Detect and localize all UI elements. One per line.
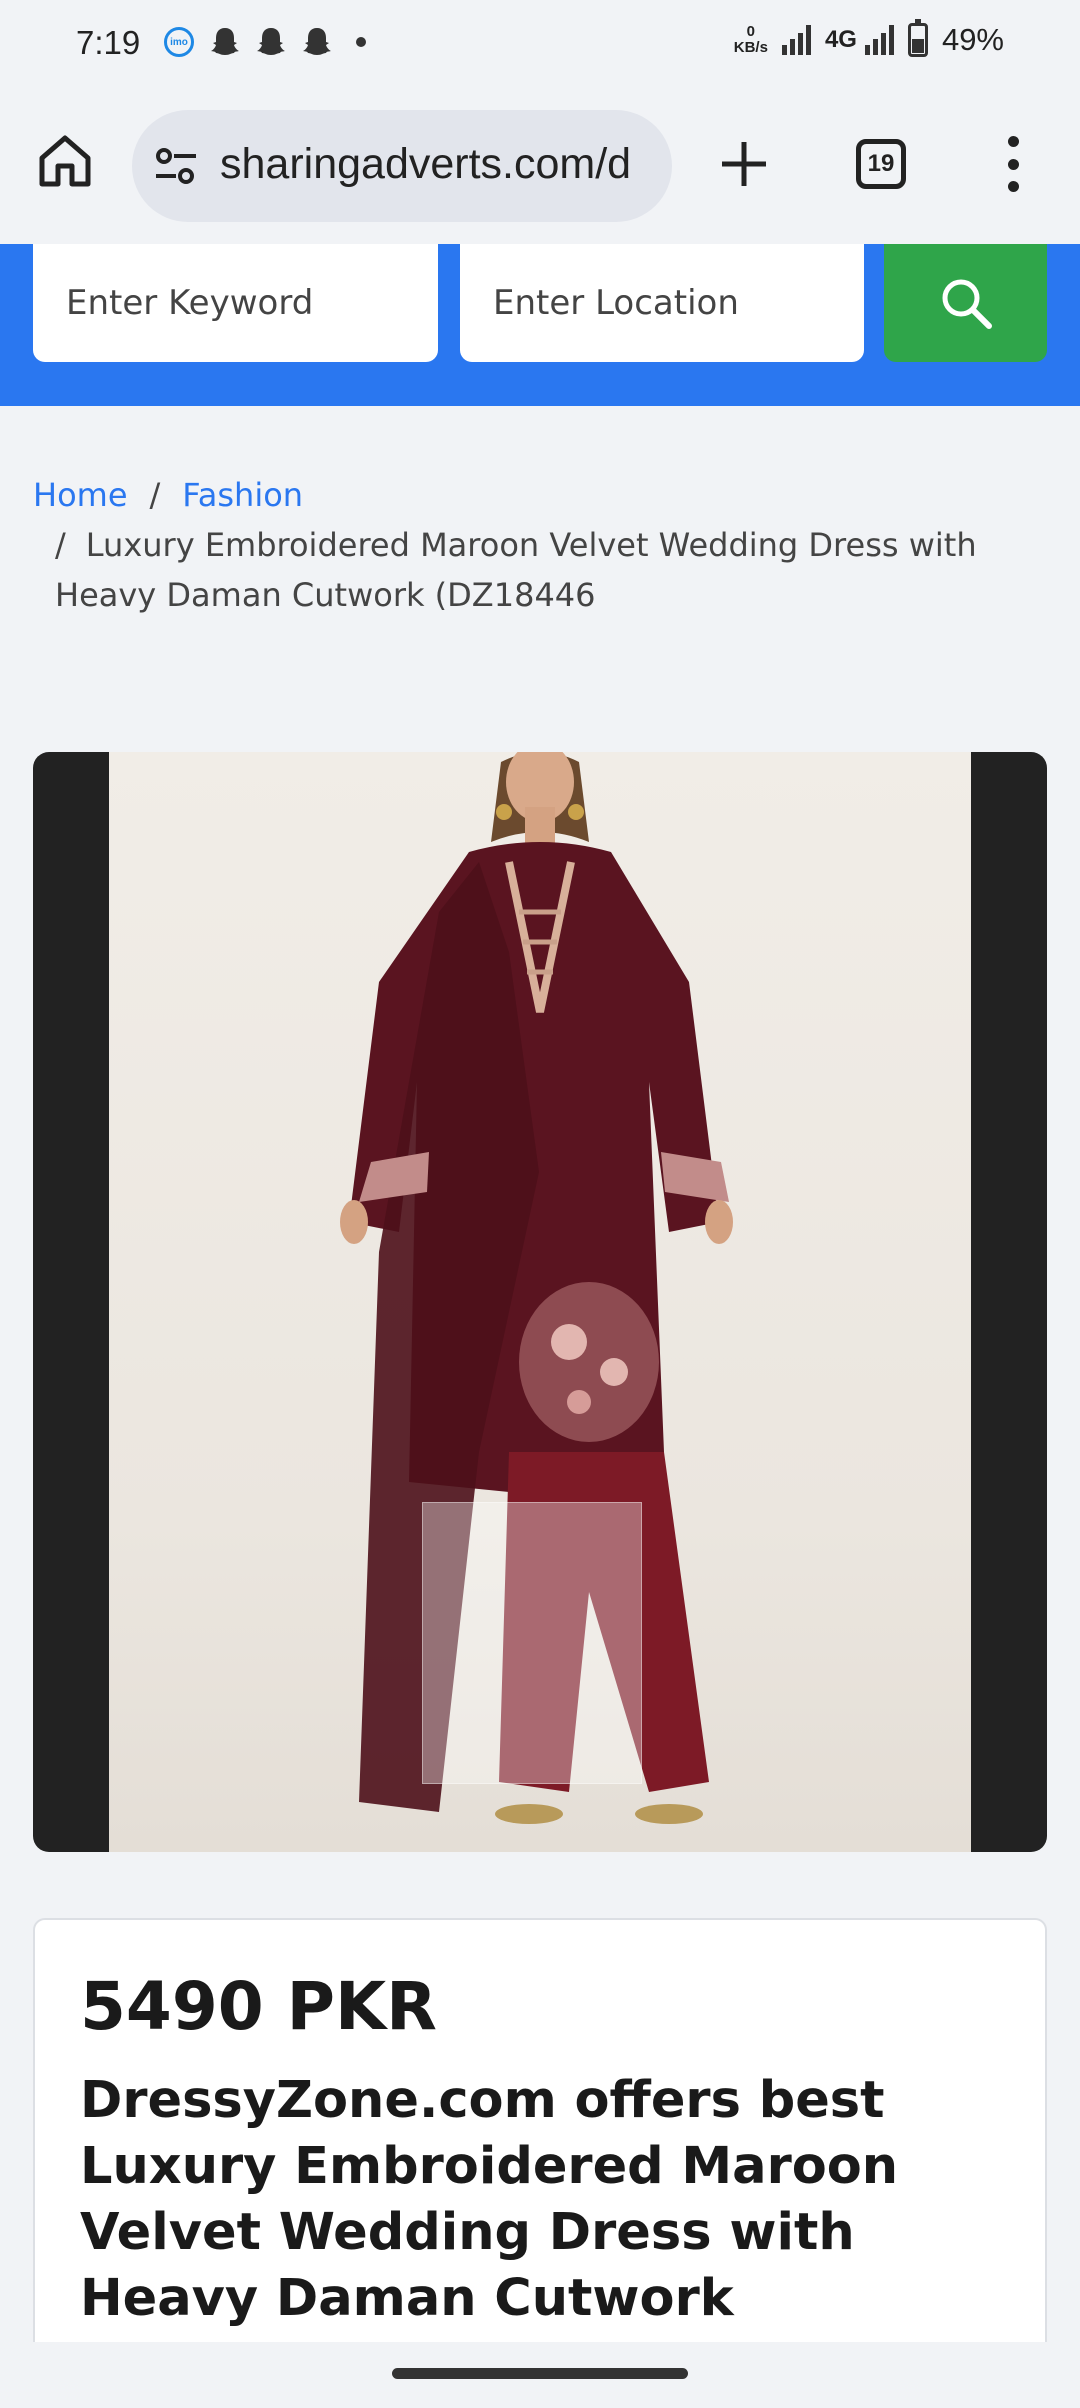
more-notifications-dot xyxy=(356,37,366,47)
keyword-input[interactable] xyxy=(33,244,438,362)
image-thumbnail-overlay[interactable] xyxy=(422,1502,642,1784)
breadcrumb: Home / Fashion / Luxury Embroidered Maroon … xyxy=(33,470,1033,620)
system-icons: 0 KB/s 4G 49% xyxy=(734,19,1004,58)
breadcrumb-current: / Luxury Embroidered Maroon Velvet Weddin… xyxy=(33,520,1033,620)
listing-price: 5490 PKR xyxy=(80,1968,438,2045)
listing-card: 5490 PKR DressyZone.com offers best Luxu… xyxy=(33,1918,1047,2408)
location-input[interactable] xyxy=(460,244,864,362)
search-icon xyxy=(942,279,992,329)
gesture-nav-area xyxy=(0,2342,1080,2408)
net-speed: 0 KB/s xyxy=(734,24,768,56)
network-type: 4G xyxy=(824,26,857,53)
search-button[interactable] xyxy=(884,244,1047,362)
address-bar[interactable]: sharingadverts.com/d xyxy=(132,110,672,222)
notification-icons: imo xyxy=(164,26,366,58)
status-bar: 7:19 imo 0 KB/s 4G 49% xyxy=(0,0,1080,92)
search-bar xyxy=(0,244,1080,406)
net-speed-unit: KB/s xyxy=(733,39,768,56)
snapchat-icon xyxy=(257,28,285,55)
signal-icon xyxy=(781,25,811,55)
imo-icon: imo xyxy=(164,27,194,57)
url-text: sharingadverts.com/d xyxy=(220,140,632,188)
breadcrumb-separator: / xyxy=(149,476,161,514)
signal-icon xyxy=(864,25,894,55)
snapchat-icon xyxy=(211,28,239,55)
overflow-menu-icon[interactable] xyxy=(1000,136,1026,192)
status-time: 7:19 xyxy=(76,24,141,61)
new-tab-icon[interactable] xyxy=(718,138,770,190)
product-image-gallery[interactable] xyxy=(33,752,1047,1852)
snapchat-icon xyxy=(303,28,331,55)
battery-percent: 49% xyxy=(941,22,1004,57)
net-speed-value: 0 xyxy=(746,23,756,40)
breadcrumb-category-link[interactable]: Fashion xyxy=(182,476,303,514)
tab-switcher-button[interactable]: 19 xyxy=(856,139,906,189)
breadcrumb-separator: / xyxy=(55,526,66,564)
breadcrumb-home-link[interactable]: Home xyxy=(33,476,128,514)
battery-icon xyxy=(907,19,928,57)
home-gesture-bar[interactable] xyxy=(392,2368,688,2379)
site-settings-icon[interactable] xyxy=(154,146,198,186)
browser-toolbar: sharingadverts.com/d 19 xyxy=(0,92,1080,244)
product-photo xyxy=(109,752,971,1852)
listing-title: DressyZone.com offers best Luxury Embroi… xyxy=(80,2071,899,2328)
breadcrumb-current-label: Luxury Embroidered Maroon Velvet Wedding… xyxy=(55,526,977,614)
home-icon[interactable] xyxy=(36,132,94,190)
